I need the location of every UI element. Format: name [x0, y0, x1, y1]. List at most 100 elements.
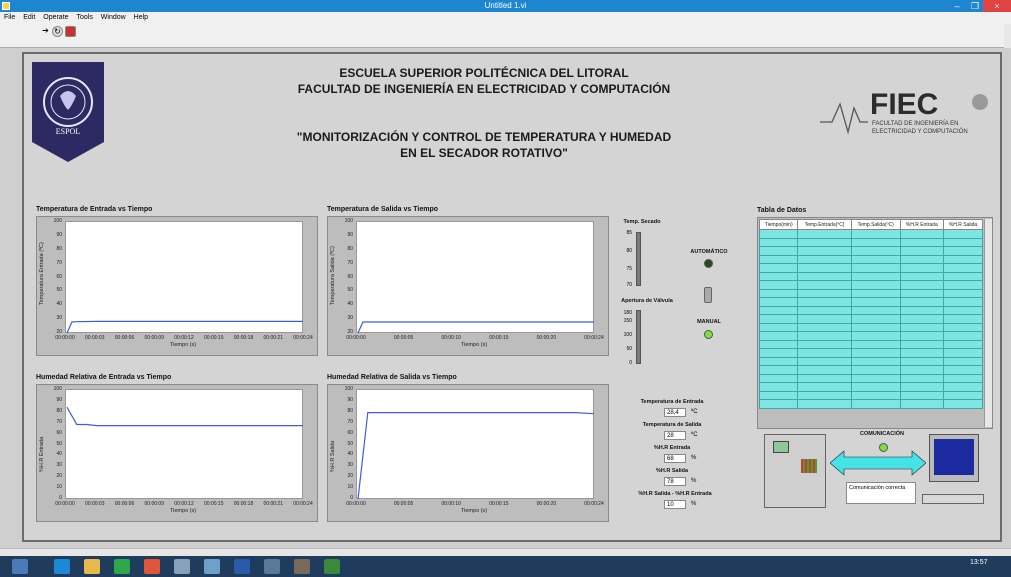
table-cell[interactable] — [943, 271, 983, 281]
table-cell[interactable] — [758, 331, 799, 341]
table-cell[interactable] — [899, 271, 945, 281]
table-cell[interactable] — [850, 280, 901, 290]
table-cell[interactable] — [758, 305, 799, 315]
table-cell[interactable] — [943, 280, 983, 290]
table-cell[interactable] — [850, 390, 901, 400]
table-cell[interactable] — [850, 314, 901, 324]
table-cell[interactable] — [758, 399, 799, 409]
plot-area[interactable] — [65, 389, 303, 499]
table-cell[interactable] — [850, 373, 901, 383]
table-row[interactable] — [758, 365, 983, 375]
table-cell[interactable] — [899, 322, 945, 332]
table-cell[interactable] — [899, 390, 945, 400]
table-row[interactable] — [758, 314, 983, 324]
table-row[interactable] — [758, 322, 983, 332]
table-cell[interactable] — [797, 254, 852, 264]
table-row[interactable] — [758, 237, 983, 247]
table-row[interactable] — [758, 331, 983, 341]
table-row[interactable] — [758, 305, 983, 315]
table-cell[interactable] — [797, 331, 852, 341]
table-cell[interactable] — [899, 237, 945, 247]
table-cell[interactable] — [797, 288, 852, 298]
table-cell[interactable] — [758, 339, 799, 349]
table-cell[interactable] — [899, 399, 945, 409]
table-cell[interactable] — [758, 237, 799, 247]
table-cell[interactable] — [943, 305, 983, 315]
table-cell[interactable] — [850, 322, 901, 332]
close-button[interactable]: × — [983, 0, 1011, 12]
ie-icon[interactable] — [54, 559, 70, 574]
temp-secado-slider[interactable] — [636, 232, 641, 286]
table-cell[interactable] — [758, 314, 799, 324]
labview-icon[interactable] — [324, 559, 340, 574]
table-cell[interactable] — [797, 348, 852, 358]
table-cell[interactable] — [758, 254, 799, 264]
table-cell[interactable] — [797, 229, 852, 239]
table-row[interactable] — [758, 263, 983, 273]
table-cell[interactable] — [850, 331, 901, 341]
table-row[interactable] — [758, 271, 983, 281]
table-cell[interactable] — [850, 356, 901, 366]
valvula-slider[interactable] — [636, 310, 641, 364]
word-icon[interactable] — [234, 559, 250, 574]
table-cell[interactable] — [797, 263, 852, 273]
table-scrollbar[interactable] — [984, 219, 992, 427]
table-cell[interactable] — [758, 356, 799, 366]
table-cell[interactable] — [899, 339, 945, 349]
table-cell[interactable] — [758, 297, 799, 307]
table-cell[interactable] — [943, 390, 983, 400]
table-cell[interactable] — [797, 382, 852, 392]
table-cell[interactable] — [899, 263, 945, 273]
table-cell[interactable] — [943, 331, 983, 341]
table-cell[interactable] — [758, 390, 799, 400]
table-cell[interactable] — [758, 263, 799, 273]
table-cell[interactable] — [899, 356, 945, 366]
table-row[interactable] — [758, 356, 983, 366]
plot-area[interactable] — [356, 389, 595, 500]
table-cell[interactable] — [943, 399, 983, 409]
table-cell[interactable] — [850, 246, 901, 256]
menu-operate[interactable]: Operate — [43, 14, 68, 21]
table-cell[interactable] — [943, 297, 983, 307]
table-cell[interactable] — [850, 339, 901, 349]
horizontal-scrollbar[interactable] — [0, 548, 1011, 556]
table-cell[interactable] — [797, 305, 852, 315]
table-cell[interactable] — [797, 365, 852, 375]
table-row[interactable] — [758, 297, 983, 307]
table-cell[interactable] — [758, 348, 799, 358]
menu-edit[interactable]: Edit — [23, 14, 35, 21]
run-continuous-icon[interactable]: ↻ — [52, 26, 63, 37]
table-cell[interactable] — [797, 373, 852, 383]
table-cell[interactable] — [850, 365, 901, 375]
table-cell[interactable] — [850, 382, 901, 392]
table-row[interactable] — [758, 382, 983, 392]
table-cell[interactable] — [758, 229, 799, 239]
store-icon[interactable] — [114, 559, 130, 574]
table-cell[interactable] — [797, 237, 852, 247]
table-row[interactable] — [758, 288, 983, 298]
table-cell[interactable] — [797, 314, 852, 324]
menu-file[interactable]: File — [4, 14, 15, 21]
table-cell[interactable] — [758, 373, 799, 383]
table-cell[interactable] — [758, 322, 799, 332]
table-cell[interactable] — [797, 280, 852, 290]
table-cell[interactable] — [758, 288, 799, 298]
table-cell[interactable] — [850, 229, 901, 239]
table-cell[interactable] — [899, 305, 945, 315]
table-cell[interactable] — [943, 382, 983, 392]
table-cell[interactable] — [943, 314, 983, 324]
app-icon-8[interactable] — [264, 559, 280, 574]
menu-help[interactable]: Help — [134, 14, 148, 21]
table-cell[interactable] — [797, 390, 852, 400]
table-cell[interactable] — [797, 399, 852, 409]
table-row[interactable] — [758, 399, 983, 409]
app-icon-5[interactable] — [174, 559, 190, 574]
table-cell[interactable] — [850, 348, 901, 358]
table-cell[interactable] — [943, 229, 983, 239]
table-row[interactable] — [758, 373, 983, 383]
table-cell[interactable] — [797, 271, 852, 281]
table-row[interactable] — [758, 246, 983, 256]
plot-area[interactable] — [356, 221, 594, 334]
table-cell[interactable] — [943, 246, 983, 256]
table-cell[interactable] — [850, 297, 901, 307]
